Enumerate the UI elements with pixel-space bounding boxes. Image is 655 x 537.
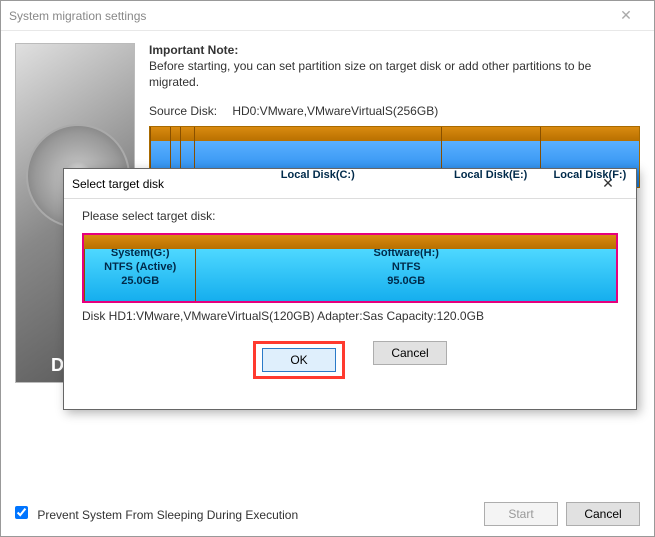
select-target-dialog: Select target disk ✕ Please select targe… bbox=[63, 168, 637, 410]
partition-c-label: Local Disk(C:) bbox=[281, 169, 355, 187]
tp-h-size: 95.0GB bbox=[387, 275, 425, 289]
target-disk-info: Disk HD1:VMware,VMwareVirtualS(120GB) Ad… bbox=[82, 309, 618, 323]
prevent-sleep-checkbox[interactable]: Prevent System From Sleeping During Exec… bbox=[15, 506, 298, 522]
partition-e[interactable]: Local Disk(E:) bbox=[441, 127, 540, 187]
tp-g-fs: NTFS (Active) bbox=[104, 261, 176, 275]
main-cancel-button[interactable]: Cancel bbox=[566, 502, 640, 526]
prevent-sleep-input[interactable] bbox=[15, 506, 28, 519]
dialog-body: Please select target disk: System(G:) NT… bbox=[64, 199, 636, 389]
main-footer: Prevent System From Sleeping During Exec… bbox=[15, 502, 640, 526]
partition-f-label: Local Disk(F:) bbox=[554, 169, 627, 187]
source-label: Source Disk: bbox=[149, 104, 229, 118]
source-row: Source Disk: HD0:VMware,VMwareVirtualS(2… bbox=[149, 104, 640, 118]
dialog-buttons: OK Cancel bbox=[82, 341, 618, 379]
ok-button[interactable]: OK bbox=[262, 348, 336, 372]
main-titlebar: System migration settings ✕ bbox=[1, 1, 654, 31]
start-button: Start bbox=[484, 502, 558, 526]
close-icon[interactable]: ✕ bbox=[606, 7, 646, 24]
dialog-prompt: Please select target disk: bbox=[82, 209, 618, 223]
note-text: Before starting, you can set partition s… bbox=[149, 59, 640, 90]
tp-h-fs: NTFS bbox=[392, 261, 421, 275]
dialog-cancel-button[interactable]: Cancel bbox=[373, 341, 447, 365]
target-disk-row[interactable]: System(G:) NTFS (Active) 25.0GB Software… bbox=[82, 233, 618, 303]
tp-g-name: System(G:) bbox=[111, 247, 170, 261]
target-bar-topstrip bbox=[84, 235, 616, 249]
main-title: System migration settings bbox=[9, 9, 606, 23]
prevent-sleep-label: Prevent System From Sleeping During Exec… bbox=[37, 508, 298, 522]
source-value: HD0:VMware,VMwareVirtualS(256GB) bbox=[232, 104, 438, 118]
partition-f[interactable]: Local Disk(F:) bbox=[540, 127, 639, 187]
ok-highlight-box: OK bbox=[253, 341, 345, 379]
target-disk-bar: System(G:) NTFS (Active) 25.0GB Software… bbox=[84, 235, 616, 301]
tp-h-name: Software(H:) bbox=[374, 247, 439, 261]
note-title: Important Note: bbox=[149, 43, 640, 57]
partition-e-label: Local Disk(E:) bbox=[454, 169, 527, 187]
main-window: System migration settings ✕ Important No… bbox=[0, 0, 655, 537]
tp-g-size: 25.0GB bbox=[121, 275, 159, 289]
